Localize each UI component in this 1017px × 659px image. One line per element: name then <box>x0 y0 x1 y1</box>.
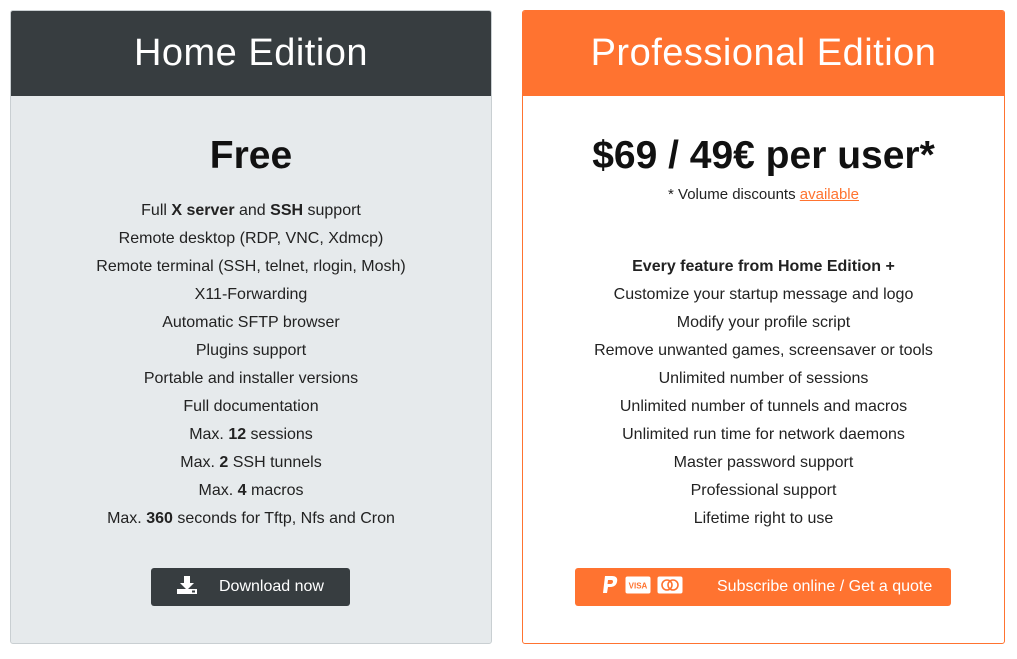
feature-item: Portable and installer versions <box>143 370 359 387</box>
pro-feature-list: Every feature from Home Edition + Custom… <box>523 253 1004 533</box>
feature-item: Professional support <box>690 482 837 499</box>
feature-item: Modify your profile script <box>676 314 851 331</box>
visa-icon: VISA <box>625 576 651 599</box>
download-now-button[interactable]: Download now <box>151 568 350 606</box>
volume-discount-note: * Volume discounts available <box>668 186 859 203</box>
subscribe-online-button[interactable]: VISA Subscribe online / Get a quote <box>575 568 951 606</box>
professional-edition-title: Professional Edition <box>523 11 1004 96</box>
volume-discounts-link[interactable]: available <box>800 186 859 203</box>
feature-item: Full documentation <box>183 398 319 415</box>
home-edition-card: Home Edition Free Full X server and SSH … <box>10 10 492 644</box>
feature-item: Remote desktop (RDP, VNC, Xdmcp) <box>118 230 384 247</box>
pro-price: $69 / 49€ per user* <box>592 134 935 177</box>
paypal-icon <box>601 575 619 600</box>
download-now-label: Download now <box>219 578 324 595</box>
svg-text:VISA: VISA <box>629 581 648 590</box>
feature-item: Max. 2 SSH tunnels <box>180 454 322 471</box>
feature-item: Max. 360 seconds for Tftp, Nfs and Cron <box>107 510 395 527</box>
feature-item: Unlimited run time for network daemons <box>622 426 905 443</box>
feature-item: Max. 12 sessions <box>189 426 313 443</box>
home-price: Free <box>209 134 293 177</box>
feature-item: Remove unwanted games, screensaver or to… <box>594 342 933 359</box>
feature-item: Remote terminal (SSH, telnet, rlogin, Mo… <box>96 258 406 275</box>
mastercard-icon <box>657 576 683 599</box>
subscribe-label: Subscribe online / Get a quote <box>717 578 933 595</box>
feature-item: Customize your startup message and logo <box>613 286 914 303</box>
payment-icons: VISA <box>601 575 683 600</box>
home-feature-list: Full X server and SSH support Remote des… <box>11 197 491 533</box>
feature-item: Lifetime right to use <box>693 510 834 527</box>
feature-item: X11-Forwarding <box>194 286 308 303</box>
feature-item: Automatic SFTP browser <box>162 314 340 331</box>
download-icon <box>177 575 197 599</box>
feature-item: Unlimited number of sessions <box>658 370 869 387</box>
feature-item: Max. 4 macros <box>198 482 304 499</box>
professional-edition-card: Professional Edition $69 / 49€ per user*… <box>522 10 1005 644</box>
feature-item: Master password support <box>673 454 854 471</box>
feature-item: Unlimited number of tunnels and macros <box>619 398 908 415</box>
feature-header: Every feature from Home Edition + <box>632 258 895 275</box>
feature-item: Plugins support <box>195 342 307 359</box>
home-edition-title: Home Edition <box>11 11 491 96</box>
feature-item: Full X server and SSH support <box>141 202 361 219</box>
